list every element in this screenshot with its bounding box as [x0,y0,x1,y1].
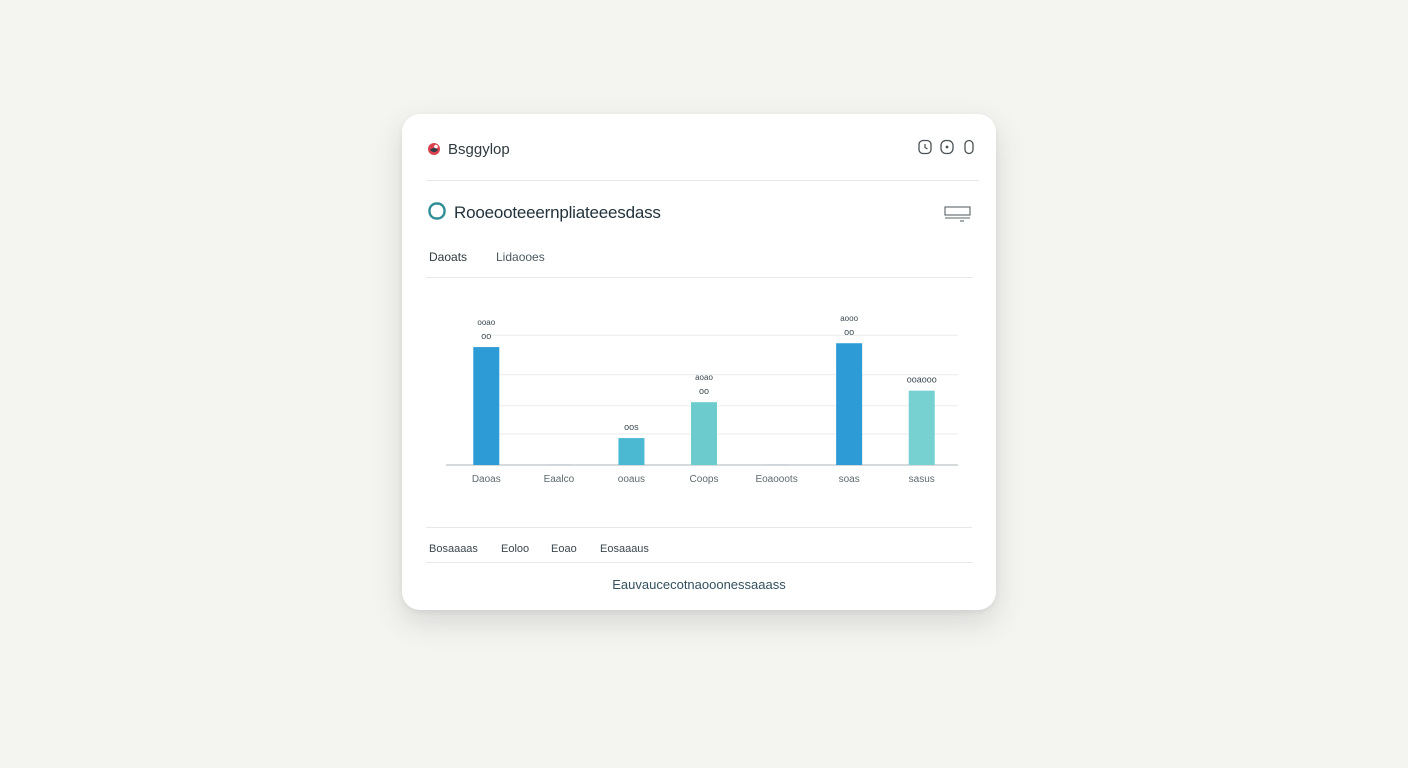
x-tick-label-2: ooaus [618,474,645,485]
data-label-0-0: ooao [477,318,495,327]
x-tick-label-5: soas [839,474,860,485]
data-label-3-0: aoao [695,373,713,382]
legend-top-divider [426,527,972,528]
data-label-2-0: oos [624,422,639,432]
data-label-6-0: ooaooo [907,375,937,385]
bar-5 [836,343,863,465]
bar-6 [908,390,935,465]
legend-item-3[interactable]: Eoao [551,543,577,555]
legend-item-2[interactable]: Eoloo [501,543,529,555]
legend-item-4[interactable]: Eosaaaus [600,543,649,555]
x-tick-label-3: Coops [690,474,719,485]
bar-chart: ooaoooDaoas EaalcooosooausaoaoooCoops Eoao… [446,314,958,485]
legend-item-1[interactable]: Bosaaaas [429,543,478,555]
footer-text: Eauvaucecotnaooonessaaass [612,577,786,592]
bar-0 [473,347,500,465]
data-label-0-1: oo [481,331,491,341]
bar-2 [618,438,645,465]
bar-3 [691,402,717,465]
x-tick-label-4: Eoaooots [755,474,797,485]
legend-bottom-divider [426,562,972,563]
x-tick-label-6: sasus [909,474,935,485]
x-tick-label-1: Eaalco [544,474,575,485]
data-label-5-1: oo [844,327,854,337]
dashboard-card: Bsggylop Rooeooteeernpliateeesdass Daoat… [402,114,996,610]
data-label-3-1: oo [699,386,709,396]
data-label-5-0: aooo [840,314,858,323]
x-tick-label-0: Daoas [472,474,501,485]
